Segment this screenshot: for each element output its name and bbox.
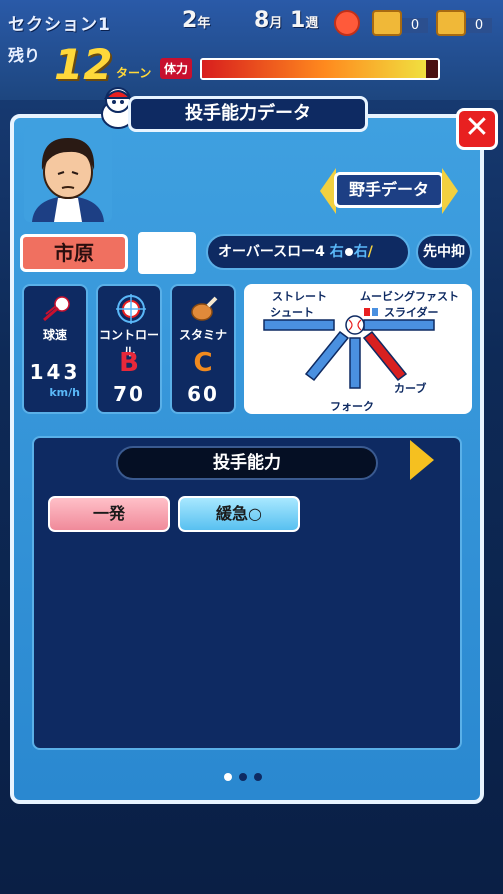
treasure-chest-icon (372, 10, 402, 36)
abilities-title: 投手能力 (116, 446, 378, 480)
meat-icon (191, 296, 218, 321)
page-dot (254, 773, 262, 781)
pitcher-role: 先中抑 (416, 234, 472, 270)
section-label: セクション1 (8, 15, 111, 35)
stat-speed: 球速 143 km/h (22, 284, 88, 414)
bat-hand: 右 (353, 244, 368, 260)
page-indicator (224, 766, 269, 785)
pitch-arrows (263, 308, 435, 389)
date-display: 8月 1週 (254, 8, 319, 33)
stamina-grade: C (193, 348, 213, 378)
panel-title: 投手能力データ (128, 96, 368, 132)
chest-count: 0 (402, 18, 428, 33)
speed-label: 球速 (42, 328, 67, 342)
page-dot (239, 773, 247, 781)
abilities-panel (32, 436, 462, 750)
fielder-data-button[interactable]: 野手データ (320, 164, 458, 218)
ability-chip[interactable]: 一発 (48, 496, 170, 532)
remaining-label: 残り (8, 46, 41, 65)
throw-hand: 右 (329, 244, 344, 260)
fielder-data-label: 野手データ (334, 172, 444, 208)
year-display: 2年 (182, 8, 211, 33)
page-dot-active (224, 773, 232, 781)
status-bar: セクション1 2年 8月 1週 0 0 残り 12 ターン 体力 (0, 0, 503, 100)
player-portrait (24, 126, 112, 222)
ball-icon (344, 248, 353, 256)
stamina-bar-fill (202, 60, 427, 78)
pitch-type-chart: ストレート ムービングファスト シュート スライダー カーブ フォーク (244, 284, 472, 414)
close-button[interactable]: ✕ (456, 108, 498, 150)
speed-unit: km/h (49, 386, 80, 399)
pitching-form: オーバースロー4 右右/ (206, 234, 410, 270)
control-grade: B (119, 348, 139, 378)
blank-tag (138, 232, 196, 274)
arrow-right-icon (442, 168, 458, 214)
next-page-arrow-icon[interactable] (410, 440, 434, 480)
ability-chip[interactable]: 緩急○ (178, 496, 300, 532)
treasure-chest-icon (436, 10, 466, 36)
player-name: 市原 (20, 234, 128, 272)
stat-stamina: スタミナ C 60 (170, 284, 236, 414)
bat-icon: / (367, 244, 373, 260)
target-icon (116, 294, 146, 324)
turns-count: 12 (54, 40, 113, 89)
stamina-stat-label: スタミナ (178, 328, 227, 342)
stamina-value: 60 (187, 382, 219, 406)
stamina-bar (200, 58, 440, 80)
fastball-icon (43, 296, 70, 322)
turns-unit: ターン (116, 66, 152, 80)
speed-value: 143 (29, 360, 81, 384)
control-value: 70 (113, 382, 145, 406)
stat-control: コントロール B 70 (96, 284, 162, 414)
chest-count: 0 (466, 18, 492, 33)
stamina-label: 体力 (160, 58, 193, 79)
mood-face-icon (334, 10, 360, 36)
